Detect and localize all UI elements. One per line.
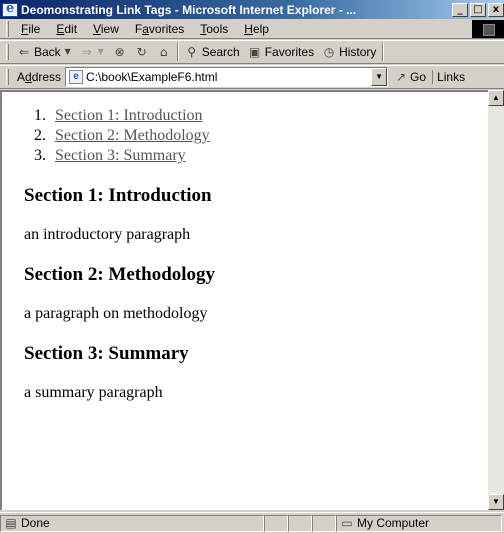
address-label-accel: d (25, 70, 32, 84)
title-bar: Deomonstrating Link Tags - Microsoft Int… (0, 0, 504, 19)
links-button[interactable]: Links (432, 70, 465, 84)
menu-help-label: elp (252, 21, 269, 36)
windows-logo-icon (472, 20, 504, 38)
status-panel-empty (312, 514, 336, 532)
go-arrow-icon: ↗ (396, 70, 407, 84)
page-content: 1. Section 1: Introduction 2. Section 2: M… (24, 106, 494, 403)
menu-file-label: ile (28, 21, 41, 36)
back-dropdown-icon[interactable]: ▼ (64, 45, 72, 59)
menu-edit[interactable]: Edit (48, 22, 85, 36)
menu-grip[interactable] (6, 20, 9, 37)
menu-file[interactable]: File (13, 22, 48, 36)
refresh-icon: ↻ (136, 45, 147, 59)
menu-favorites[interactable]: Favorites (127, 22, 192, 36)
toc-link-methodology[interactable]: Section 2: Methodology (55, 126, 210, 146)
minimize-button[interactable]: _ (452, 2, 468, 17)
status-bar: ▤ Done ▭ My Computer (0, 512, 504, 533)
history-icon: ◷ (323, 45, 335, 59)
table-of-contents: 1. Section 1: Introduction 2. Section 2: M… (24, 106, 494, 166)
back-arrow-icon: ⇐ (18, 45, 30, 59)
menu-tools[interactable]: Tools (192, 22, 236, 36)
section-heading-methodology: Section 2: Methodology (24, 264, 216, 285)
toolbar-separator-2 (382, 43, 385, 61)
toc-number: 1. (34, 107, 46, 124)
favorites-icon: ▣ (249, 45, 261, 59)
ie-icon[interactable] (2, 1, 18, 17)
toc-item: 3. Section 3: Summary (24, 146, 494, 166)
toolbar-grip[interactable] (6, 44, 9, 60)
menu-view-accel: V (93, 21, 101, 36)
menu-favorites-label: vorites (148, 21, 185, 36)
toc-link-summary[interactable]: Section 3: Summary (55, 146, 186, 166)
menu-view[interactable]: View (85, 22, 127, 36)
forward-dropdown-icon: ▼ (97, 47, 104, 56)
scroll-down-icon[interactable]: ▼ (488, 494, 504, 510)
menu-view-label: iew (100, 21, 119, 36)
toc-link-introduction[interactable]: Section 1: Introduction (55, 106, 203, 126)
home-button[interactable]: ⌂ (153, 41, 175, 63)
address-value: C:\book\ExampleF6.html (86, 70, 218, 84)
forward-button[interactable]: ⇒ ▼ (76, 41, 109, 63)
toolbar-separator (176, 43, 179, 61)
forward-arrow-icon: ⇒ (81, 45, 92, 59)
section-text-methodology: a paragraph on methodology (24, 305, 208, 322)
maximize-button[interactable]: □ (470, 2, 486, 17)
search-button[interactable]: ⚲ Search (181, 41, 244, 63)
menu-help[interactable]: Help (236, 22, 277, 36)
stop-icon: ⊗ (114, 45, 125, 59)
page-icon: e (69, 70, 84, 84)
toc-number: 3. (34, 147, 46, 164)
menu-favorites-accel: a (142, 21, 149, 36)
status-text: Done (21, 516, 50, 530)
window-controls: _ □ x (452, 2, 504, 17)
window-title: Deomonstrating Link Tags - Microsoft Int… (21, 2, 357, 17)
section-text-introduction: an introductory paragraph (24, 226, 191, 243)
close-button[interactable]: x (488, 2, 504, 17)
address-input[interactable]: e C:\book\ExampleF6.html ▼ (65, 67, 389, 87)
address-label: Address (13, 70, 65, 84)
zone-panel: ▭ My Computer (336, 514, 502, 532)
address-dropdown-icon[interactable]: ▼ (371, 68, 388, 86)
page-done-icon: ▤ (5, 516, 17, 530)
favorites-button[interactable]: ▣ Favorites (244, 41, 318, 63)
search-label: Search (201, 45, 240, 59)
home-icon: ⌂ (159, 45, 168, 59)
back-button[interactable]: ⇐ Back ▼ (13, 41, 76, 63)
menu-edit-label: dit (64, 21, 78, 36)
go-label: Go (410, 70, 427, 84)
menu-tools-label: ools (206, 21, 229, 36)
page-viewport: 1. Section 1: Introduction 2. Section 2: M… (0, 90, 504, 510)
address-grip[interactable] (6, 69, 9, 85)
search-icon: ⚲ (187, 45, 197, 59)
history-button[interactable]: ◷ History (318, 41, 380, 63)
status-panel-empty (288, 514, 312, 532)
menu-help-accel: H (244, 21, 253, 36)
vertical-scrollbar[interactable]: ▲ ▼ (488, 90, 504, 510)
toc-item: 2. Section 2: Methodology (24, 126, 494, 146)
go-button[interactable]: ↗ Go (388, 70, 432, 84)
zone-text: My Computer (357, 516, 430, 530)
favorites-label: Favorites (264, 45, 315, 59)
status-panel: ▤ Done (0, 514, 264, 532)
history-label: History (339, 45, 377, 59)
menu-bar: File Edit View Favorites Tools Help (0, 19, 504, 39)
scroll-up-icon[interactable]: ▲ (488, 90, 504, 106)
address-label-pre: A (17, 70, 26, 84)
toc-number: 2. (34, 127, 46, 144)
section-text-summary: a summary paragraph (24, 384, 163, 401)
status-panel-empty (264, 514, 288, 532)
toc-item: 1. Section 1: Introduction (24, 106, 494, 126)
address-bar: Address e C:\book\ExampleF6.html ▼ ↗ Go … (0, 65, 504, 89)
address-label-rest: dress (31, 70, 62, 84)
computer-icon: ▭ (341, 516, 353, 530)
refresh-button[interactable]: ↻ (131, 41, 153, 63)
stop-button[interactable]: ⊗ (109, 41, 131, 63)
standard-toolbar: ⇐ Back ▼ ⇒ ▼ ⊗ ↻ ⌂ ⚲ Search ▣ Favorites … (0, 40, 504, 64)
back-label: Back (34, 45, 61, 59)
section-heading-summary: Section 3: Summary (24, 343, 189, 364)
section-heading-introduction: Section 1: Introduction (24, 185, 212, 206)
